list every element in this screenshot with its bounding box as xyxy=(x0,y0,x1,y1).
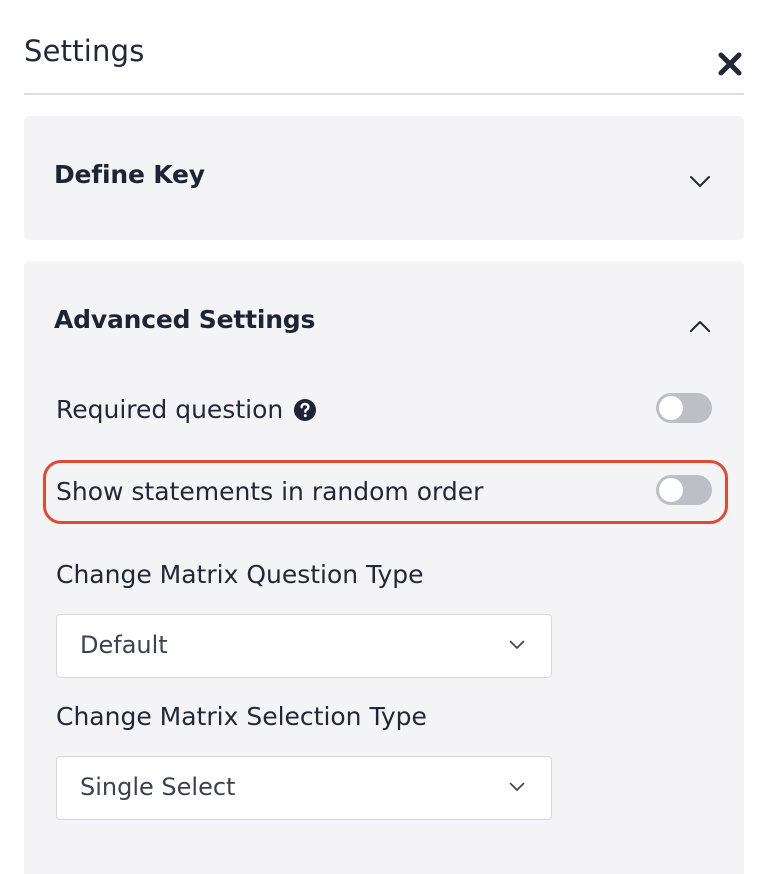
random-order-toggle[interactable] xyxy=(656,475,712,505)
required-question-label: Required question xyxy=(56,395,284,424)
random-order-label: Show statements in random order xyxy=(56,477,484,506)
required-question-toggle[interactable] xyxy=(656,393,712,423)
chevron-down-icon[interactable] xyxy=(689,175,711,189)
advanced-settings-panel: Advanced Settings Required question Show… xyxy=(24,261,744,874)
matrix-question-type-select[interactable]: Default xyxy=(56,614,552,678)
help-icon[interactable] xyxy=(293,398,317,422)
page-title: Settings xyxy=(24,34,145,68)
matrix-question-type-value: Default xyxy=(80,631,168,659)
matrix-selection-type-value: Single Select xyxy=(80,773,236,801)
required-question-row: Required question xyxy=(56,395,317,424)
advanced-settings-title[interactable]: Advanced Settings xyxy=(54,305,315,334)
chevron-down-icon xyxy=(509,640,525,649)
close-icon xyxy=(718,52,742,76)
chevron-up-icon[interactable] xyxy=(689,319,711,333)
header-divider xyxy=(24,93,744,95)
matrix-selection-type-select[interactable]: Single Select xyxy=(56,756,552,820)
define-key-title: Define Key xyxy=(54,160,205,189)
matrix-question-type-label: Change Matrix Question Type xyxy=(56,560,424,589)
matrix-selection-type-label: Change Matrix Selection Type xyxy=(56,702,427,731)
define-key-panel[interactable]: Define Key xyxy=(24,116,744,240)
chevron-down-icon xyxy=(509,782,525,791)
close-button[interactable] xyxy=(716,50,744,78)
